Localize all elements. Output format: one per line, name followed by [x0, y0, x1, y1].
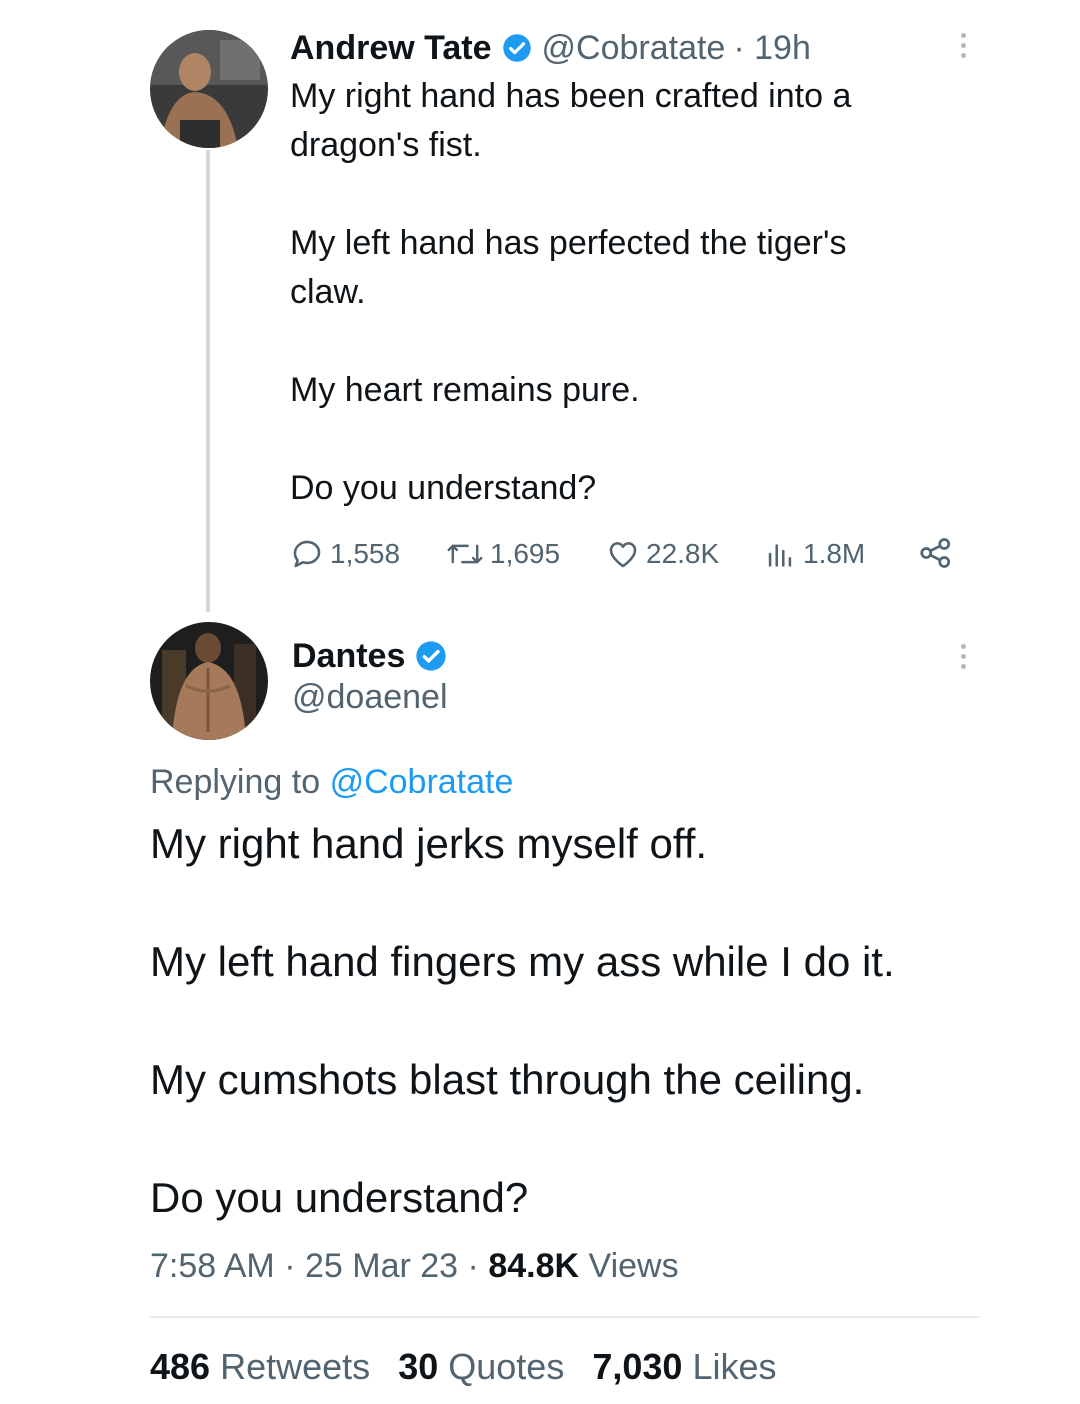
tweet2-name-row: Dantes [292, 636, 447, 676]
replying-handle-link[interactable]: @Cobratate [330, 763, 514, 801]
retweet-count: 1,695 [490, 538, 561, 569]
tweet-timestamp-row: 7:58 AM · 25 Mar 23 · 84.8K Views [150, 1247, 679, 1286]
tweet-date[interactable]: 25 Mar 23 [305, 1247, 458, 1285]
views-label: Views [588, 1247, 679, 1285]
tweet2-line: Do you understand? [150, 1174, 529, 1221]
likes-count: 7,030 [592, 1346, 683, 1387]
thread-line [206, 150, 210, 612]
like-button[interactable]: 22.8K [606, 536, 719, 572]
tweet1-line: claw. [290, 273, 366, 311]
retweet-button[interactable]: 1,695 [446, 536, 560, 572]
views-icon [763, 537, 797, 571]
tweet1-line: My right hand has been crafted into a [290, 77, 852, 115]
tweet-time[interactable]: 7:58 AM [150, 1247, 275, 1285]
views-count: 1.8M [803, 538, 866, 569]
quotes-stat[interactable]: 30 Quotes [398, 1346, 564, 1387]
reply-count: 1,558 [330, 538, 401, 569]
quotes-count: 30 [398, 1346, 439, 1387]
tweet-time[interactable]: · 19h [733, 29, 811, 68]
tweet1-header: Andrew Tate @Cobratate · 19h [290, 28, 811, 68]
avatar-andrew-tate[interactable] [150, 30, 268, 148]
meta-separator: · [284, 1247, 296, 1285]
likes-stat[interactable]: 7,030 Likes [592, 1346, 776, 1387]
retweets-stat[interactable]: 486 Retweets [150, 1346, 370, 1387]
likes-label: Likes [692, 1346, 777, 1387]
reply-icon [290, 537, 324, 571]
author-name[interactable]: Andrew Tate [290, 29, 492, 68]
author-name[interactable]: Dantes [292, 637, 405, 676]
divider [150, 1316, 980, 1318]
tweet1-line: Do you understand? [290, 469, 597, 507]
author-handle[interactable]: @doaenel [292, 678, 448, 717]
more-icon[interactable] [961, 644, 967, 674]
tweet1-line: dragon's fist. [290, 126, 482, 164]
engagement-counts: 486 Retweets 30 Quotes 7,030 Likes [150, 1346, 777, 1388]
like-count: 22.8K [646, 538, 720, 569]
replying-label: Replying to [150, 763, 321, 801]
views-count: 84.8K [488, 1247, 580, 1285]
tweet2-line: My left hand fingers my ass while I do i… [150, 938, 895, 985]
avatar-dantes[interactable] [150, 622, 268, 740]
quotes-label: Quotes [448, 1346, 565, 1387]
retweets-count: 486 [150, 1346, 211, 1387]
meta-separator: · [467, 1247, 479, 1285]
retweet-icon [446, 537, 484, 571]
share-icon[interactable] [918, 535, 954, 571]
tweet1-line: My heart remains pure. [290, 371, 640, 409]
tweet2-line: My right hand jerks myself off. [150, 820, 708, 867]
views-button[interactable]: 1.8M [763, 536, 865, 572]
reply-button[interactable]: 1,558 [290, 536, 400, 572]
replying-to: Replying to @Cobratate [150, 763, 513, 802]
verified-badge-icon [502, 33, 532, 63]
author-handle[interactable]: @Cobratate [542, 29, 726, 68]
tweet1-line: My left hand has perfected the tiger's [290, 224, 847, 262]
retweets-label: Retweets [220, 1346, 371, 1387]
verified-badge-icon [415, 640, 447, 672]
like-icon [606, 537, 640, 571]
more-icon[interactable] [961, 33, 967, 63]
tweet2-line: My cumshots blast through the ceiling. [150, 1056, 865, 1103]
